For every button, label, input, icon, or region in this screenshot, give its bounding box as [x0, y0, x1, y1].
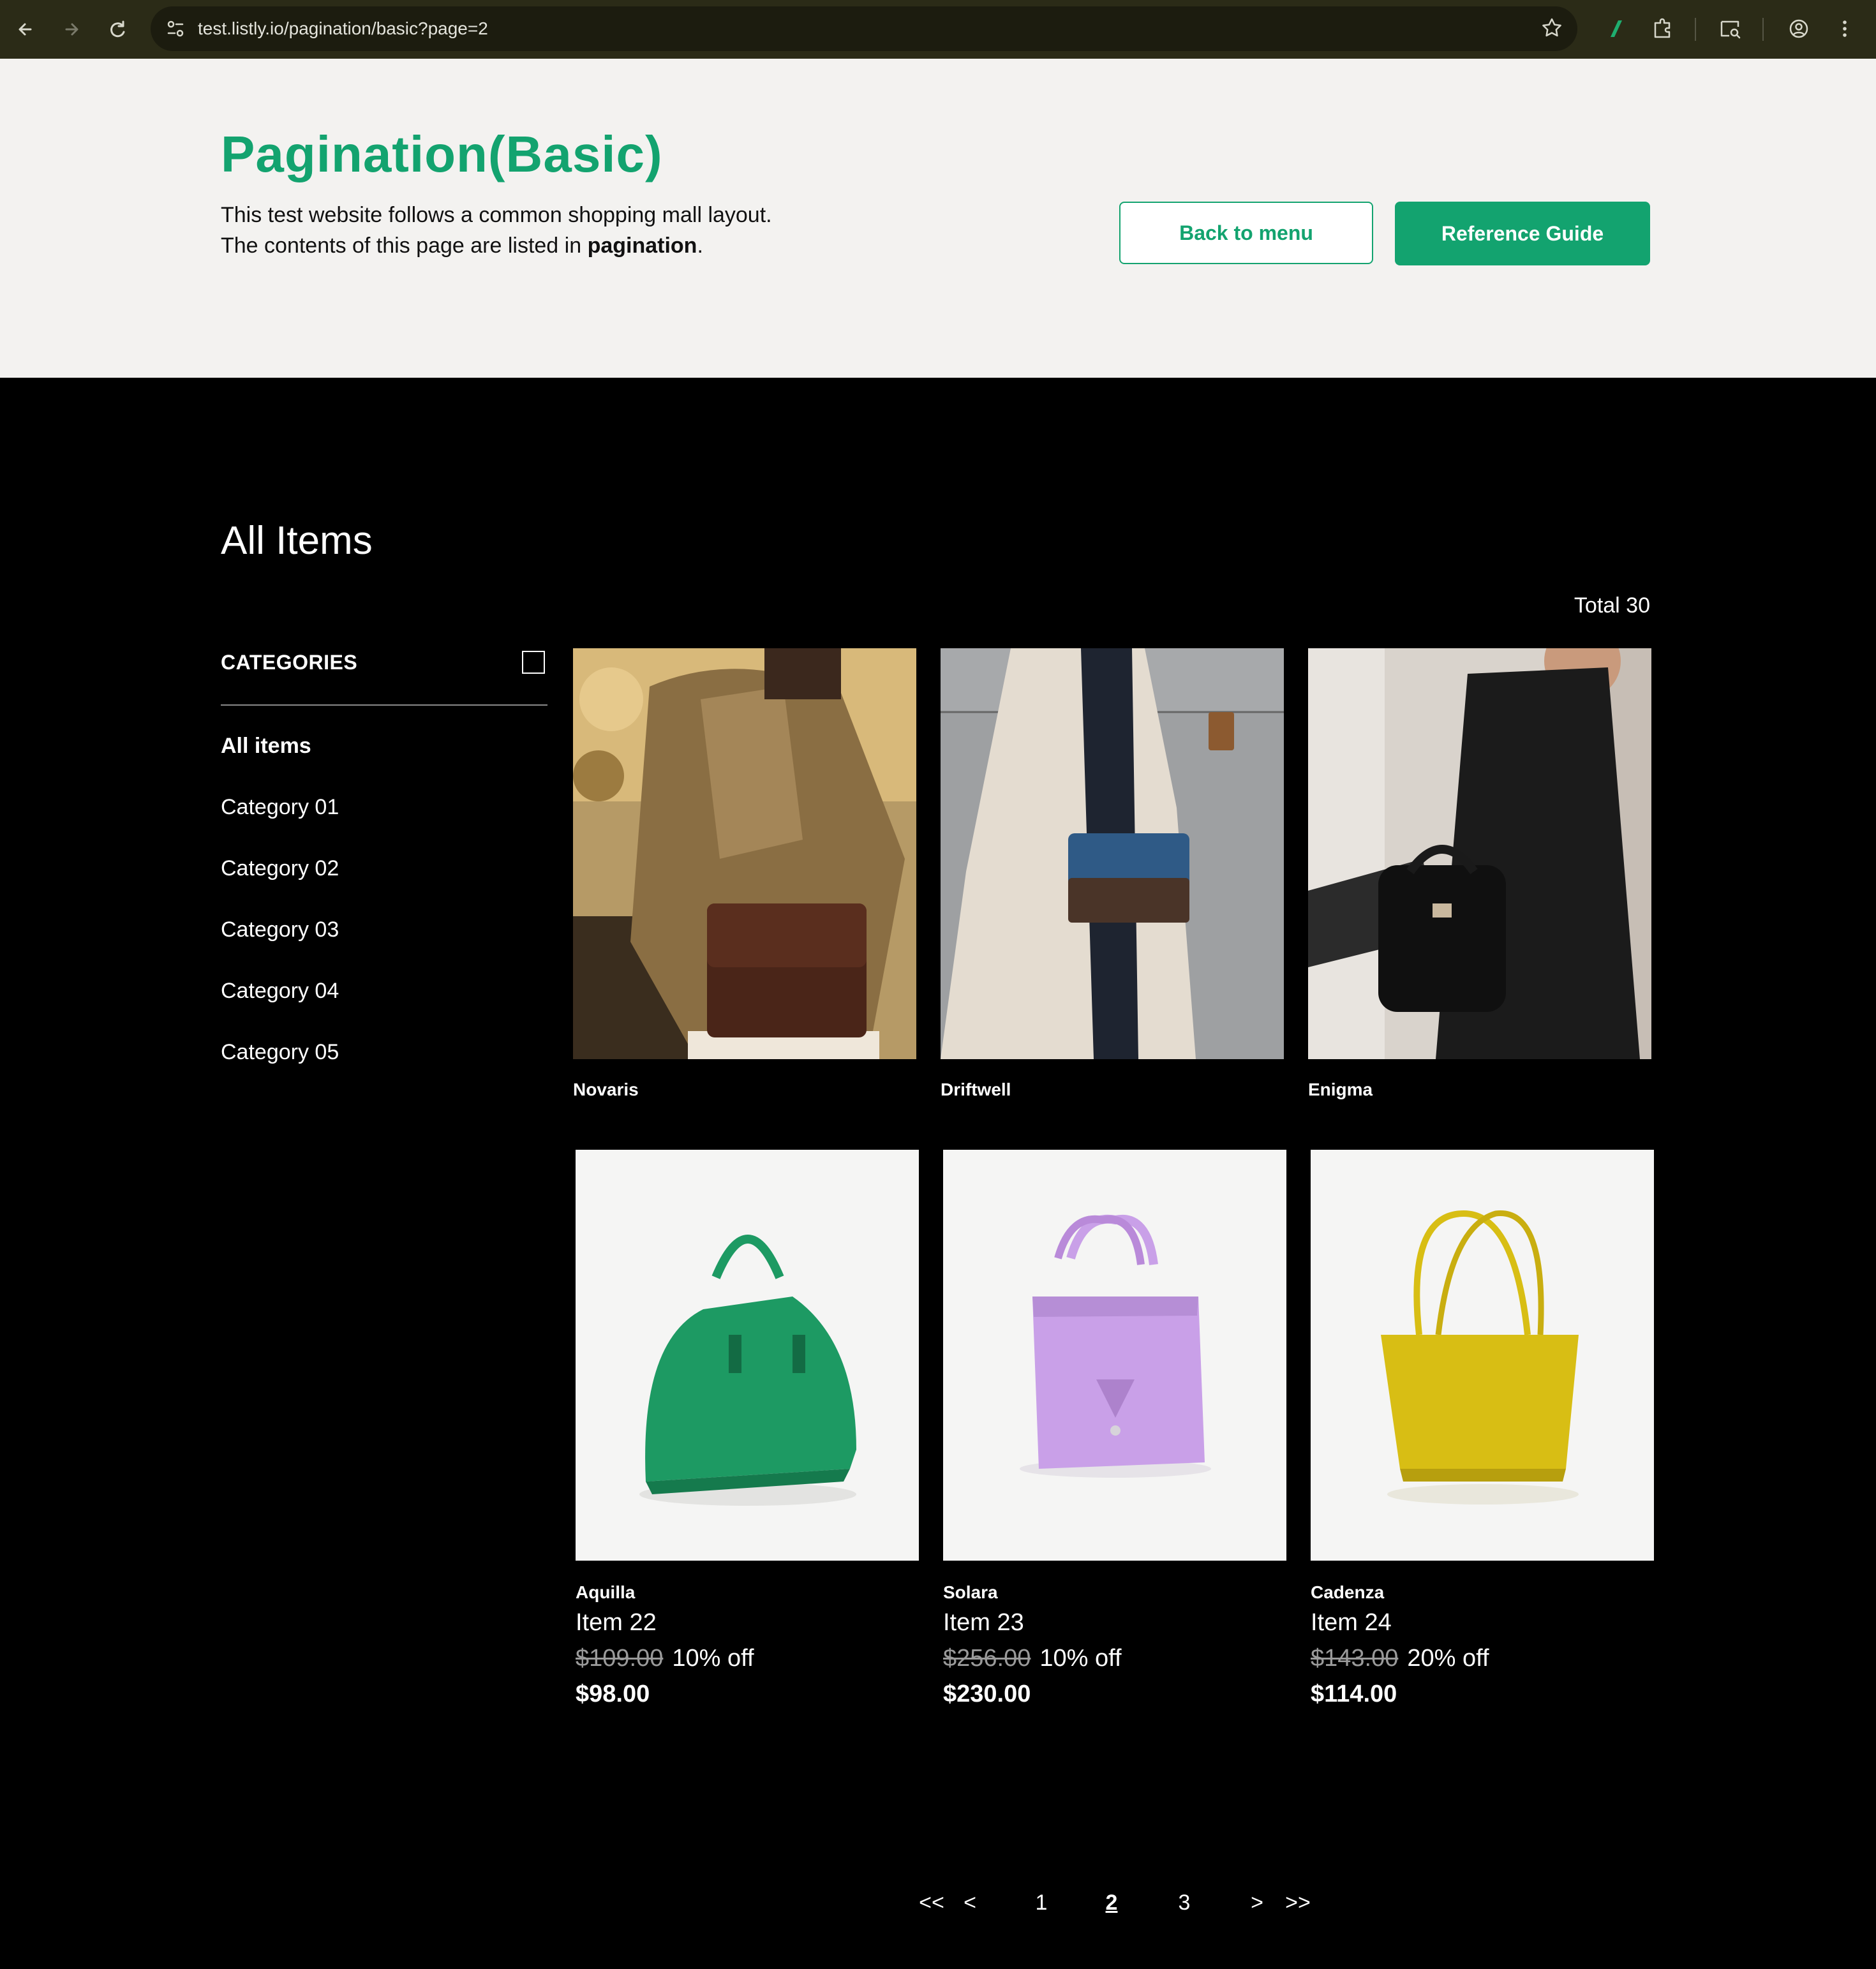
product-price-line: $143.00 20% off: [1311, 1645, 1489, 1672]
menu-kebab-icon[interactable]: [1830, 14, 1859, 43]
discount-label: 10% off: [1039, 1645, 1122, 1672]
site-settings-icon[interactable]: [162, 15, 189, 42]
product-brand[interactable]: Cadenza: [1311, 1582, 1384, 1603]
pagination-first-button[interactable]: <<: [918, 1889, 946, 1917]
pagination-page-1[interactable]: 1: [1027, 1889, 1055, 1917]
product-name[interactable]: Item 23: [943, 1609, 1024, 1637]
product-image-novaris[interactable]: [573, 648, 916, 1059]
product-price-line: $256.00 10% off: [943, 1645, 1122, 1672]
tab-search-icon[interactable]: [1715, 14, 1745, 43]
product-brand[interactable]: Solara: [943, 1582, 998, 1603]
original-price: $256.00: [943, 1645, 1031, 1672]
reload-icon[interactable]: [103, 15, 131, 43]
product-image-cadenza[interactable]: [1311, 1150, 1654, 1561]
product-name[interactable]: Item 24: [1311, 1609, 1392, 1637]
page-title: Pagination(Basic): [221, 126, 663, 182]
bookmark-star-icon[interactable]: [1538, 14, 1566, 42]
url-text[interactable]: test.listly.io/pagination/basic?page=2: [198, 6, 488, 51]
product-image-aquilla[interactable]: [576, 1150, 919, 1561]
back-arrow-icon[interactable]: [11, 15, 40, 43]
reference-guide-button[interactable]: Reference Guide: [1395, 202, 1650, 265]
category-item-05[interactable]: Category 05: [221, 1040, 339, 1065]
pagination-prev-button[interactable]: <: [956, 1889, 984, 1917]
description-text: The contents of this page are listed in: [221, 234, 588, 258]
product-name[interactable]: Item 22: [576, 1609, 657, 1637]
categories-toggle-checkbox[interactable]: [522, 651, 545, 674]
category-item-01[interactable]: Category 01: [221, 795, 339, 820]
back-to-menu-button[interactable]: Back to menu: [1119, 202, 1373, 264]
final-price: $114.00: [1311, 1681, 1397, 1707]
browser-toolbar: test.listly.io/pagination/basic?page=2: [0, 0, 1876, 59]
toolbar-divider: [1695, 18, 1696, 41]
product-brand[interactable]: Aquilla: [576, 1582, 635, 1603]
product-image-solara[interactable]: [943, 1150, 1286, 1561]
product-price-line: $109.00 10% off: [576, 1645, 754, 1672]
categories-header: CATEGORIES: [221, 651, 358, 674]
final-price: $230.00: [943, 1681, 1031, 1707]
product-brand[interactable]: Enigma: [1308, 1080, 1373, 1100]
profile-icon[interactable]: [1784, 14, 1813, 43]
description-period: .: [697, 234, 703, 258]
category-item-all[interactable]: All items: [221, 734, 311, 759]
category-item-03[interactable]: Category 03: [221, 918, 339, 942]
original-price: $143.00: [1311, 1645, 1399, 1672]
total-count: Total 30: [1574, 593, 1650, 618]
extensions-puzzle-icon[interactable]: [1648, 14, 1677, 43]
original-price: $109.00: [576, 1645, 664, 1672]
page-description-line1: This test website follows a common shopp…: [221, 203, 772, 227]
categories-divider: [221, 704, 547, 706]
final-price: $98.00: [576, 1681, 650, 1707]
page-description-line2: The contents of this page are listed in …: [221, 234, 703, 258]
pagination-last-button[interactable]: >>: [1284, 1889, 1312, 1917]
category-item-04[interactable]: Category 04: [221, 979, 339, 1004]
pagination-page-2-current[interactable]: 2: [1098, 1889, 1126, 1917]
category-item-02[interactable]: Category 02: [221, 856, 339, 881]
description-emphasis: pagination: [587, 234, 697, 258]
toolbar-divider: [1762, 18, 1764, 41]
pagination-page-3[interactable]: 3: [1170, 1889, 1198, 1917]
product-brand[interactable]: Novaris: [573, 1080, 639, 1100]
product-brand[interactable]: Driftwell: [941, 1080, 1011, 1100]
product-image-enigma[interactable]: [1308, 648, 1651, 1059]
forward-arrow-icon[interactable]: [57, 15, 86, 43]
discount-label: 10% off: [672, 1645, 754, 1672]
product-image-driftwell[interactable]: [941, 648, 1284, 1059]
section-title: All Items: [221, 519, 373, 563]
pagination-next-button[interactable]: >: [1243, 1889, 1271, 1917]
discount-label: 20% off: [1407, 1645, 1489, 1672]
extension-leaf-icon[interactable]: [1602, 14, 1631, 43]
